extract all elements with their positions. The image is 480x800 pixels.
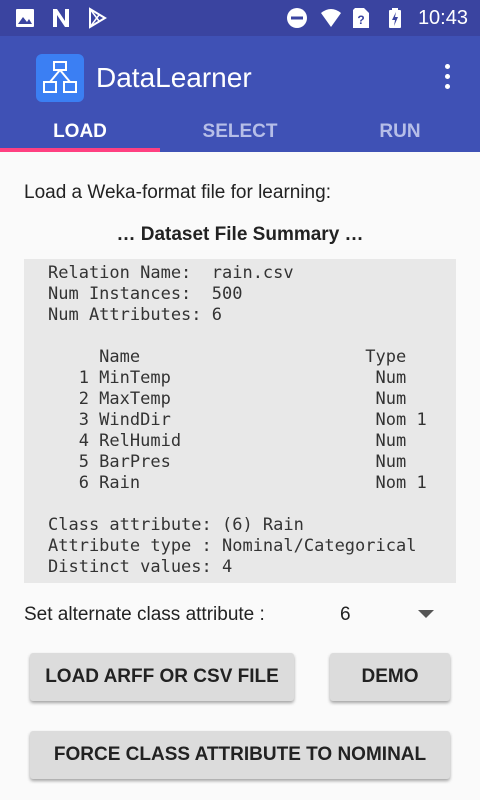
- summary-line: 4 RelHumid Num: [48, 431, 407, 451]
- wifi-icon: [321, 9, 341, 27]
- app-title: DataLearner: [96, 62, 252, 93]
- image-icon: [16, 9, 34, 27]
- do-not-disturb-icon: [287, 8, 307, 28]
- tab-load[interactable]: LOAD: [0, 116, 160, 152]
- tab-select[interactable]: SELECT: [160, 116, 320, 152]
- summary-line: Attribute type : Nominal/Categorical: [48, 536, 417, 556]
- no-sim-icon: ?: [353, 8, 369, 28]
- alt-class-dropdown[interactable]: 6: [330, 598, 460, 632]
- dataset-summary: Relation Name: rain.csv Num Instances: 5…: [24, 259, 456, 583]
- summary-line: Name Type: [48, 347, 407, 367]
- alt-class-label: Set alternate class attribute :: [24, 604, 265, 625]
- tab-indicator: [0, 148, 160, 152]
- summary-line: 6 Rain Nom 1: [48, 473, 427, 493]
- summary-line: Distinct values: 4: [48, 557, 233, 577]
- summary-text: Relation Name: rain.csv Num Instances: 5…: [48, 263, 427, 578]
- tab-run[interactable]: RUN: [320, 116, 480, 152]
- force-nominal-button[interactable]: FORCE CLASS ATTRIBUTE TO NOMINAL: [30, 731, 450, 779]
- summary-line: Num Instances: 500: [48, 284, 243, 304]
- more-vert-icon[interactable]: [432, 64, 462, 94]
- alt-class-value: 6: [340, 604, 351, 625]
- battery-charging-icon: [389, 8, 401, 28]
- dropdown-arrow-icon: [418, 610, 434, 618]
- demo-button[interactable]: DEMO: [330, 653, 450, 701]
- load-file-button[interactable]: LOAD ARFF OR CSV FILE: [30, 653, 294, 701]
- summary-line: 3 WindDir Nom 1: [48, 410, 427, 430]
- summary-title: … Dataset File Summary …: [116, 224, 364, 245]
- summary-line: Relation Name: rain.csv: [48, 263, 294, 283]
- intro-text: Load a Weka-format file for learning:: [24, 182, 331, 203]
- app-bar: DataLearner LOAD SELECT RUN: [0, 36, 480, 152]
- summary-line: Num Attributes: 6: [48, 305, 222, 325]
- diagram-icon: [36, 54, 84, 102]
- summary-line: Class attribute: (6) Rain: [48, 515, 304, 535]
- summary-line: 2 MaxTemp Num: [48, 389, 407, 409]
- summary-line: 1 MinTemp Num: [48, 368, 407, 388]
- summary-line: 5 BarPres Num: [48, 452, 407, 472]
- clock: 10:43: [417, 7, 468, 29]
- svg-text:?: ?: [357, 13, 364, 27]
- n-notification-icon: [53, 9, 69, 27]
- play-store-icon: [89, 7, 107, 29]
- status-bar: ? 10:43: [0, 0, 480, 36]
- tab-bar: LOAD SELECT RUN: [0, 116, 480, 152]
